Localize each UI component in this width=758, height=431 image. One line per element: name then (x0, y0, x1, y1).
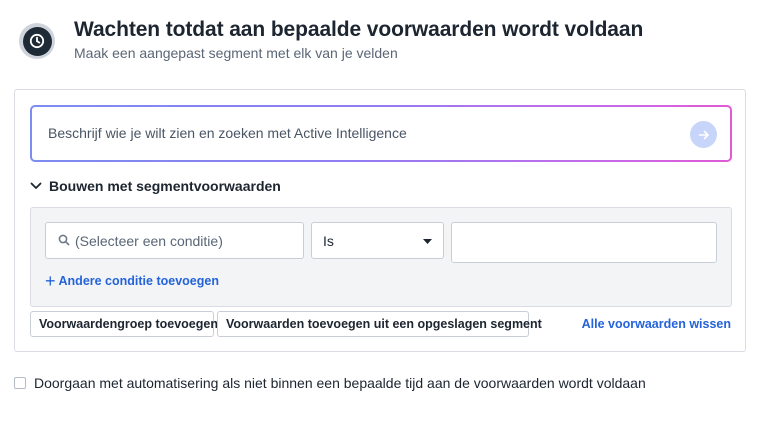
header-icon-badge (19, 23, 55, 59)
continue-label[interactable]: Doorgaan met automatisering als niet bin… (34, 375, 646, 391)
operator-select[interactable]: Is (311, 222, 444, 259)
clock-icon (22, 26, 52, 56)
operator-value: Is (323, 233, 334, 249)
search-icon (58, 234, 70, 246)
add-condition-label: Andere conditie toevoegen (58, 274, 219, 288)
chevron-down-icon (30, 182, 42, 189)
arrow-right-icon (698, 130, 709, 139)
ai-search-input[interactable]: Beschrijf wie je wilt zien en zoeken met… (48, 125, 407, 141)
condition-select[interactable]: (Selecteer een conditie) (45, 222, 304, 259)
condition-value-input[interactable] (451, 222, 717, 263)
page-subtitle: Maak een aangepast segment met elk van j… (74, 45, 398, 61)
condition-placeholder: (Selecteer een conditie) (75, 233, 223, 249)
section-label: Bouwen met segmentvoorwaarden (49, 178, 281, 194)
clear-all-conditions-link[interactable]: Alle voorwaarden wissen (582, 317, 731, 331)
ai-search-box: Beschrijf wie je wilt zien en zoeken met… (30, 105, 732, 162)
add-condition-link[interactable]: + Andere conditie toevoegen (45, 271, 219, 291)
ai-submit-button[interactable] (690, 121, 717, 148)
caret-down-icon (423, 239, 432, 244)
segment-builder-card: Beschrijf wie je wilt zien en zoeken met… (14, 89, 746, 352)
segment-conditions-toggle[interactable]: Bouwen met segmentvoorwaarden (30, 178, 281, 194)
add-from-saved-segment-button[interactable]: Voorwaarden toevoegen uit een opgeslagen… (217, 311, 542, 337)
continue-option-row: Doorgaan met automatisering als niet bin… (14, 375, 646, 391)
page-title: Wachten totdat aan bepaalde voorwaarden … (74, 18, 644, 41)
continue-checkbox[interactable] (14, 377, 26, 389)
plus-icon: + (45, 271, 56, 291)
condition-panel: (Selecteer een conditie) Is + Andere con… (30, 207, 732, 307)
add-condition-group-button[interactable]: Voorwaardengroep toevoegen (30, 311, 218, 337)
